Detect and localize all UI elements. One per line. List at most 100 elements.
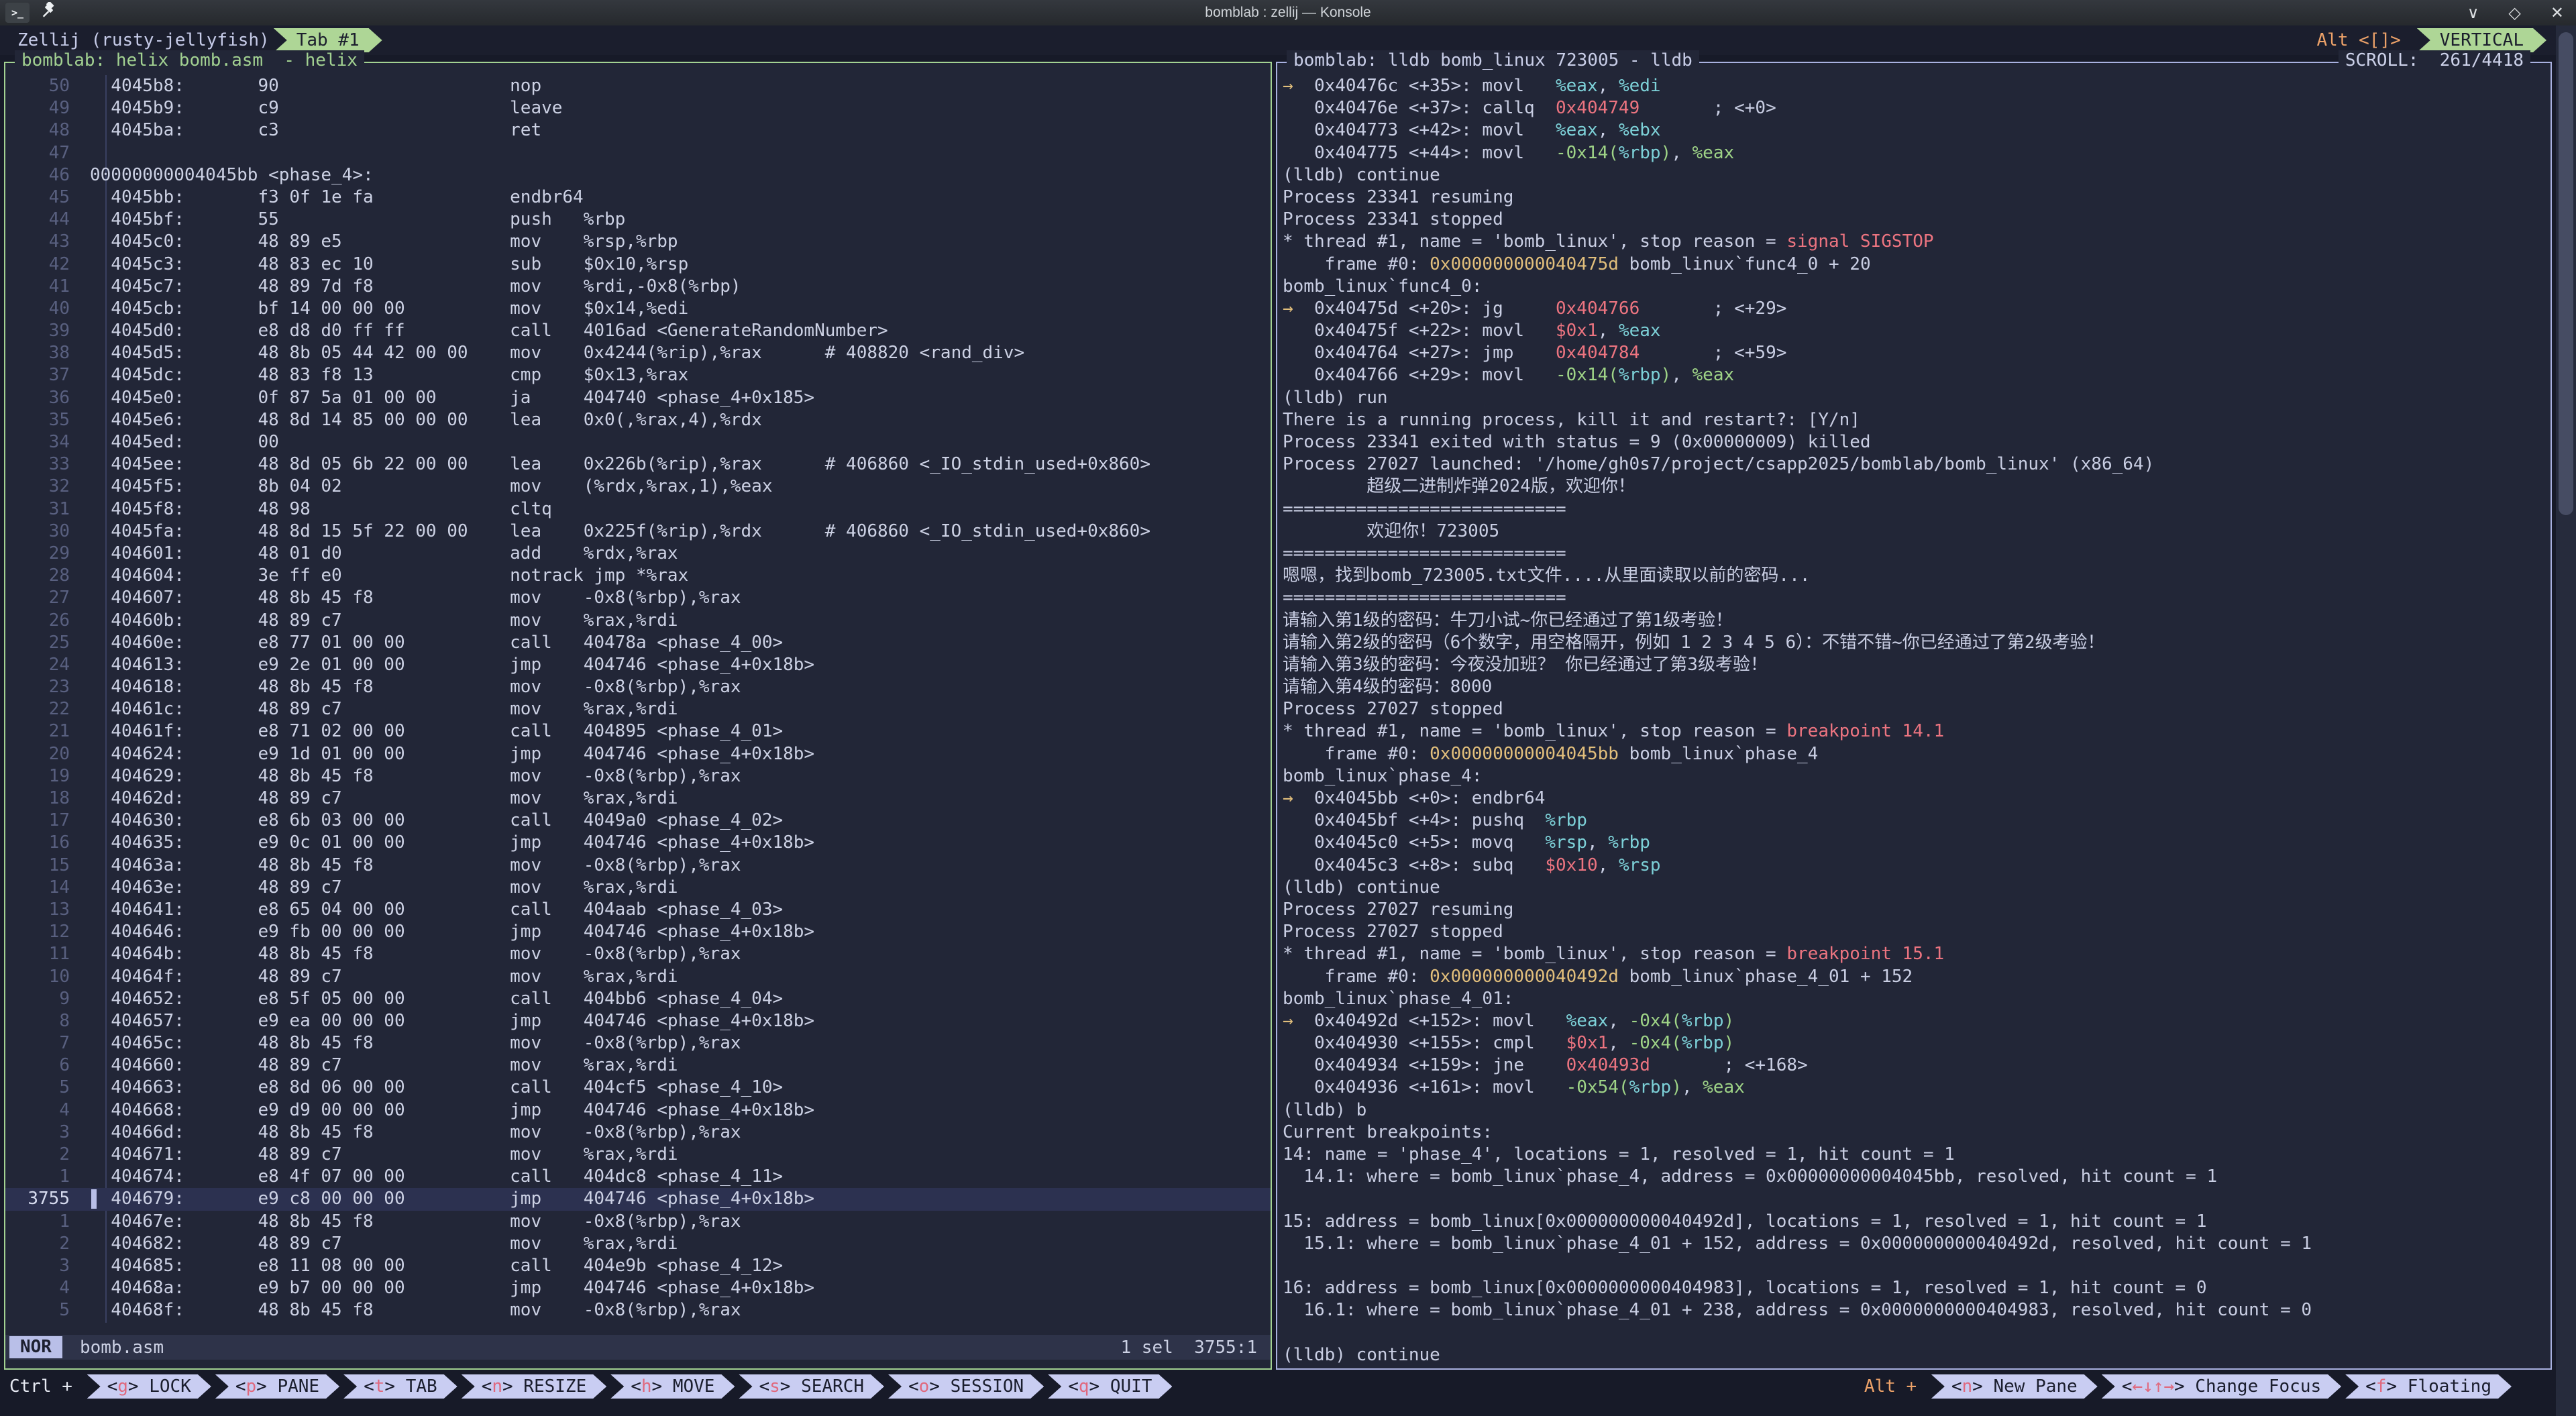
lldb-line: (lldb) continue [1283, 877, 2551, 899]
keybar-tab[interactable]: <t> TAB [343, 1374, 458, 1399]
lldb-line: 0x404934 <+159>: jne 0x40493d ; <+168> [1283, 1054, 2551, 1077]
keybar-floating[interactable]: <f> Floating [2345, 1374, 2512, 1399]
asm-line: 31 4045f8: 48 98 cltq [5, 498, 1271, 521]
asm-line: 3 40466d: 48 8b 45 f8 mov -0x8(%rbp),%ra… [5, 1122, 1271, 1144]
minimize-button[interactable]: ∨ [2467, 3, 2479, 23]
keybar-search[interactable]: <s> SEARCH [739, 1374, 884, 1399]
maximize-button[interactable]: ◇ [2508, 3, 2520, 23]
lldb-line: 0x4045c3 <+8>: subq $0x10, %rsp [1283, 855, 2551, 877]
asm-line: 43 4045c0: 48 89 e5 mov %rsp,%rbp [5, 231, 1271, 253]
lldb-line: * thread #1, name = 'bomb_linux', stop r… [1283, 720, 2551, 743]
lldb-line [1283, 1188, 2551, 1210]
asm-line: 28 404604: 3e ff e0 notrack jmp *%rax [5, 565, 1271, 587]
asm-line: 42 4045c3: 48 83 ec 10 sub $0x10,%rsp [5, 254, 1271, 276]
text-cursor [91, 1189, 97, 1209]
tab-1[interactable]: Tab #1 [274, 28, 382, 52]
asm-line: 16 404635: e9 0c 01 00 00 jmp 404746 <ph… [5, 832, 1271, 854]
keybar-session[interactable]: <o> SESSION [888, 1374, 1044, 1399]
asm-content[interactable]: 50 4045b8: 90 nop49 4045b9: c9 leave48 4… [5, 75, 1271, 1322]
window-titlebar: >_ bomblab : zellij — Konsole ∨ ◇ ✕ [0, 0, 2576, 26]
lldb-line [1283, 1322, 2551, 1344]
lldb-line: =========================== [1283, 498, 2551, 521]
asm-line: 25 40460e: e8 77 01 00 00 call 40478a <p… [5, 632, 1271, 654]
lldb-line [1283, 1255, 2551, 1277]
asm-line: 44 4045bf: 55 push %rbp [5, 209, 1271, 231]
lldb-line: Current breakpoints: [1283, 1122, 2551, 1144]
asm-line: 29 404601: 48 01 d0 add %rdx,%rax [5, 543, 1271, 565]
asm-line: 39 4045d0: e8 d8 d0 ff ff call 4016ad <G… [5, 320, 1271, 342]
lldb-line: 15.1: where = bomb_linux`phase_4_01 + 15… [1283, 1233, 2551, 1255]
asm-line: 5 40468f: 48 8b 45 f8 mov -0x8(%rbp),%ra… [5, 1299, 1271, 1321]
asm-line: 38 4045d5: 48 8b 05 44 42 00 00 mov 0x42… [5, 342, 1271, 364]
close-button[interactable]: ✕ [2551, 3, 2564, 23]
asm-line: 48 4045ba: c3 ret [5, 119, 1271, 142]
lldb-line: (lldb) continue [1283, 164, 2551, 186]
lldb-line: 0x404773 <+42>: movl %eax, %ebx [1283, 119, 2551, 142]
asm-line: 40 4045cb: bf 14 00 00 00 mov $0x14,%edi [5, 298, 1271, 320]
lldb-line: * thread #1, name = 'bomb_linux', stop r… [1283, 943, 2551, 965]
asm-line: 22 40461c: 48 89 c7 mov %rax,%rdi [5, 698, 1271, 720]
lldb-pane[interactable]: bomblab: lldb bomb_linux 723005 - lldb S… [1276, 62, 2552, 1370]
lldb-content[interactable]: → 0x40476c <+35>: movl %eax, %edi 0x4047… [1283, 75, 2551, 1366]
lldb-line: Process 23341 resuming [1283, 186, 2551, 209]
helix-pane[interactable]: bomblab: helix bomb.asm - helix 50 4045b… [4, 62, 1272, 1370]
lldb-line: bomb_linux`phase_4: [1283, 765, 2551, 787]
mode-badge: NOR [9, 1336, 62, 1358]
keybar-move[interactable]: <h> MOVE [610, 1374, 735, 1399]
asm-line: 6 404660: 48 89 c7 mov %rax,%rdi [5, 1054, 1271, 1077]
file-name: bomb.asm [80, 1338, 164, 1358]
terminal-scrollbar[interactable] [2556, 25, 2576, 1416]
asm-line: 32 4045f5: 8b 04 02 mov (%rdx,%rax,1),%e… [5, 476, 1271, 498]
lldb-line: Process 27027 resuming [1283, 899, 2551, 921]
lldb-line: Process 23341 stopped [1283, 209, 2551, 231]
keybar-pane[interactable]: <p> PANE [215, 1374, 339, 1399]
lldb-line: 0x40475f <+22>: movl $0x1, %eax [1283, 320, 2551, 342]
asm-line: 17 404630: e8 6b 03 00 00 call 4049a0 <p… [5, 810, 1271, 832]
lldb-line: 超级二进制炸弹2024版，欢迎你！ [1283, 476, 2551, 498]
asm-line: 35 4045e6: 48 8d 14 85 00 00 00 lea 0x0(… [5, 409, 1271, 431]
keybar-change-focus[interactable]: <←↓↑→> Change Focus [2102, 1374, 2341, 1399]
keybar-resize[interactable]: <n> RESIZE [462, 1374, 607, 1399]
layout-badge-vertical: VERTICAL [2417, 28, 2546, 52]
asm-line: 34 4045ed: 00 [5, 431, 1271, 453]
lldb-line: 0x404766 <+29>: movl -0x14(%rbp), %eax [1283, 364, 2551, 386]
lldb-line: Process 27027 launched: '/home/gh0s7/pro… [1283, 453, 2551, 476]
asm-line: 7 40465c: 48 8b 45 f8 mov -0x8(%rbp),%ra… [5, 1032, 1271, 1054]
asm-line: 19 404629: 48 8b 45 f8 mov -0x8(%rbp),%r… [5, 765, 1271, 787]
asm-line: 24 404613: e9 2e 01 00 00 jmp 404746 <ph… [5, 654, 1271, 676]
asm-line: 45 4045bb: f3 0f 1e fa endbr64 [5, 186, 1271, 209]
scrollbar-thumb[interactable] [2559, 32, 2573, 515]
asm-line: 5 404663: e8 8d 06 00 00 call 404cf5 <ph… [5, 1077, 1271, 1099]
lldb-line: =========================== [1283, 587, 2551, 609]
lldb-line: → 0x40492d <+152>: movl %eax, -0x4(%rbp) [1283, 1010, 2551, 1032]
lldb-line: (lldb) b [1283, 1099, 2551, 1122]
session-name: Zellij (rusty-jellyfish) [17, 30, 270, 50]
asm-line: 10 40464f: 48 89 c7 mov %rax,%rdi [5, 966, 1271, 988]
asm-line: 21 40461f: e8 71 02 00 00 call 404895 <p… [5, 720, 1271, 743]
lldb-line: 请输入第3级的密码：今夜没加班？ 你已经通过了第3级考验！ [1283, 654, 2551, 676]
lldb-line: → 0x40476c <+35>: movl %eax, %edi [1283, 75, 2551, 97]
selection-position: 1 sel 3755:1 [1121, 1338, 1258, 1358]
lldb-line: 0x4045c0 <+5>: movq %rsp, %rbp [1283, 832, 2551, 854]
keybar-left-group: <g> LOCK<p> PANE<t> TAB<n> RESIZE<h> MOV… [83, 1374, 1173, 1399]
lldb-line: frame #0: 0x000000000040492d bomb_linux`… [1283, 966, 2551, 988]
asm-line: 37 4045dc: 48 83 f8 13 cmp $0x13,%rax [5, 364, 1271, 386]
asm-line: 18 40462d: 48 89 c7 mov %rax,%rdi [5, 787, 1271, 810]
asm-line: 4 404668: e9 d9 00 00 00 jmp 404746 <pha… [5, 1099, 1271, 1122]
lldb-line: 14.1: where = bomb_linux`phase_4, addres… [1283, 1166, 2551, 1188]
lldb-line: frame #0: 0x00000000004045bb bomb_linux`… [1283, 743, 2551, 765]
alt-prefix: Alt + [1864, 1376, 1927, 1397]
lldb-line: 16.1: where = bomb_linux`phase_4_01 + 23… [1283, 1299, 2551, 1321]
lldb-line: 请输入第1级的密码：牛刀小试~你已经通过了第1级考验！ [1283, 610, 2551, 632]
lldb-line: There is a running process, kill it and … [1283, 409, 2551, 431]
window-title: bomblab : zellij — Konsole [0, 5, 2576, 21]
lldb-line: 15: address = bomb_linux[0x0000000000404… [1283, 1211, 2551, 1233]
keybar-quit[interactable]: <q> QUIT [1048, 1374, 1172, 1399]
lldb-line: 0x404930 <+155>: cmpl $0x1, -0x4(%rbp) [1283, 1032, 2551, 1054]
scroll-indicator: SCROLL: 261/4418 [2339, 50, 2530, 70]
lldb-line: 嗯嗯，找到bomb_723005.txt文件....从里面读取以前的密码... [1283, 565, 2551, 587]
asm-line: 13 404641: e8 65 04 00 00 call 404aab <p… [5, 899, 1271, 921]
keybar-lock[interactable]: <g> LOCK [87, 1374, 211, 1399]
keybar-new-pane[interactable]: <n> New Pane [1931, 1374, 2098, 1399]
lldb-line: * thread #1, name = 'bomb_linux', stop r… [1283, 231, 2551, 253]
